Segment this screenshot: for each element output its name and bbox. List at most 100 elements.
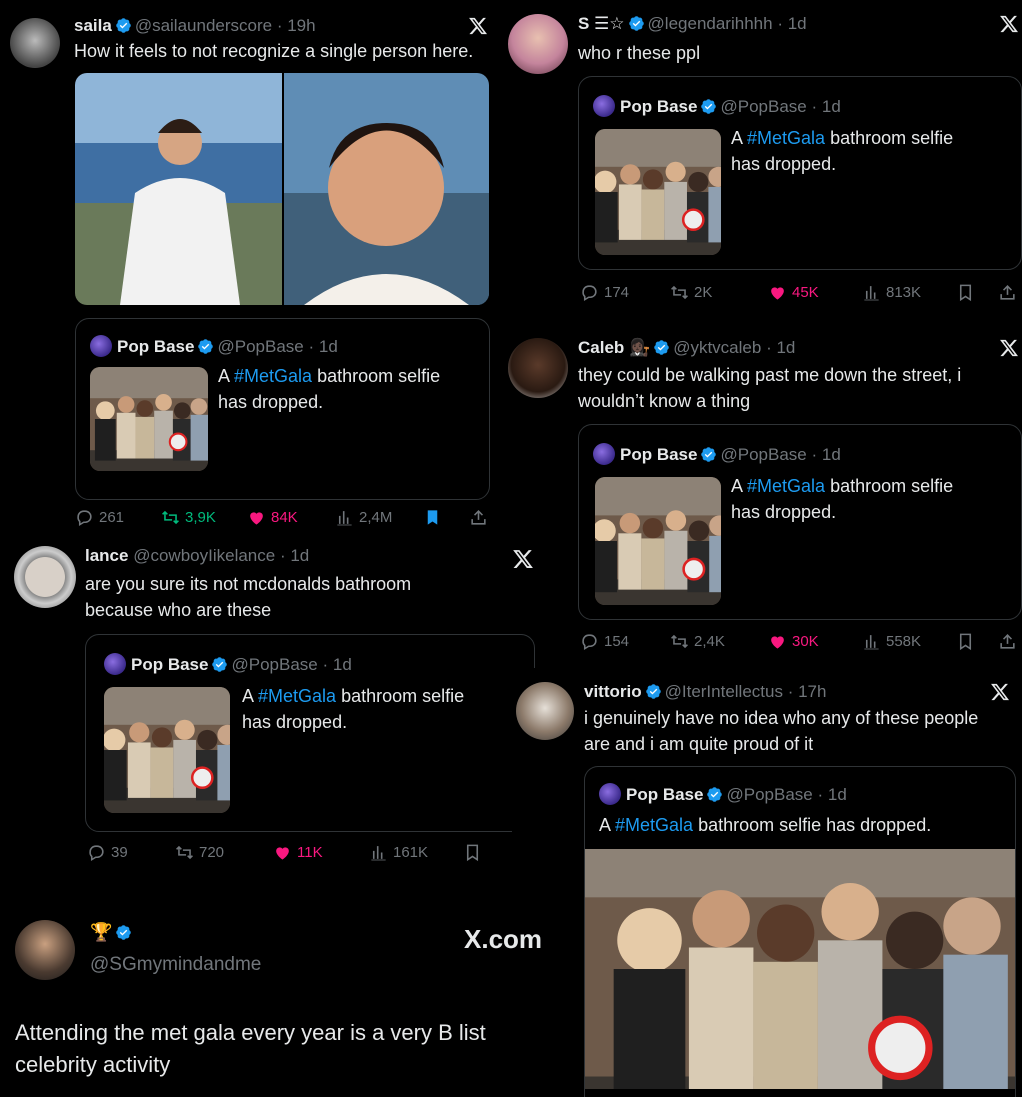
avatar[interactable] bbox=[508, 338, 568, 398]
quoted-author-handle[interactable]: @PopBase bbox=[217, 337, 303, 356]
author-name[interactable]: Caleb bbox=[578, 338, 624, 357]
timestamp[interactable]: · 19h bbox=[277, 16, 316, 35]
like-button[interactable]: 11K bbox=[273, 843, 323, 862]
reply-button[interactable]: 39 bbox=[87, 843, 128, 862]
tweet-vittorio[interactable]: vittorio @IterIntellectus · 17h i genuine… bbox=[512, 668, 1022, 1097]
quoted-photo[interactable] bbox=[595, 477, 721, 605]
avatar[interactable] bbox=[15, 920, 75, 980]
retweet-button[interactable]: 720 bbox=[175, 843, 224, 862]
views-button[interactable]: 161K bbox=[369, 843, 428, 862]
bookmark-button[interactable] bbox=[423, 508, 442, 527]
avatar[interactable] bbox=[14, 546, 76, 608]
quoted-photo[interactable] bbox=[585, 849, 1015, 1089]
view-count: 813K bbox=[886, 284, 922, 301]
quoted-author-name[interactable]: Pop Base bbox=[620, 97, 697, 116]
like-button[interactable]: 45K bbox=[768, 283, 819, 302]
verified-icon bbox=[700, 446, 717, 463]
quoted-tweet[interactable]: Pop Base @PopBase · 1d A #MetGala bathroo… bbox=[578, 76, 1022, 270]
tweet-photo-1[interactable] bbox=[75, 73, 282, 305]
verified-icon bbox=[706, 786, 723, 803]
retweet-icon bbox=[670, 632, 689, 651]
quoted-author-name[interactable]: Pop Base bbox=[626, 785, 703, 804]
view-count: 161K bbox=[393, 844, 429, 861]
like-count: 84K bbox=[271, 509, 298, 526]
quoted-timestamp[interactable]: · 1d bbox=[811, 445, 840, 464]
retweet-icon bbox=[670, 283, 689, 302]
quoted-avatar bbox=[599, 783, 621, 805]
quoted-timestamp[interactable]: · 1d bbox=[322, 655, 351, 674]
x-logo-icon bbox=[999, 338, 1019, 358]
quoted-tweet[interactable]: Pop Base @PopBase · 1d A #MetGala bathroo… bbox=[75, 318, 490, 500]
hashtag-link[interactable]: #MetGala bbox=[747, 476, 825, 496]
bookmark-button[interactable] bbox=[956, 632, 975, 651]
reply-button[interactable]: 261 bbox=[75, 508, 124, 527]
avatar[interactable] bbox=[508, 14, 568, 74]
author-handle[interactable]: @SGmymindandme bbox=[90, 954, 261, 975]
hashtag-link[interactable]: #MetGala bbox=[234, 366, 312, 386]
author-name[interactable]: lance bbox=[85, 546, 128, 565]
reply-button[interactable]: 174 bbox=[580, 283, 629, 302]
quoted-author-handle[interactable]: @PopBase bbox=[720, 97, 806, 116]
tweet-lance[interactable]: lance @cowboyIikelance · 1d are you sure… bbox=[0, 540, 545, 880]
timestamp[interactable]: · 1d bbox=[777, 14, 806, 33]
author-handle[interactable]: @IterIntellectus bbox=[665, 682, 783, 701]
reply-count: 154 bbox=[604, 633, 630, 650]
quoted-timestamp[interactable]: · 1d bbox=[811, 97, 840, 116]
reply-count: 39 bbox=[111, 844, 128, 861]
hashtag-link[interactable]: #MetGala bbox=[258, 686, 336, 706]
verified-icon bbox=[115, 17, 132, 34]
quoted-photo[interactable] bbox=[90, 367, 208, 471]
retweet-button[interactable]: 3,9K bbox=[161, 508, 216, 527]
avatar[interactable] bbox=[10, 18, 60, 68]
timestamp[interactable]: · 17h bbox=[788, 682, 827, 701]
share-button[interactable] bbox=[469, 508, 488, 527]
quoted-author-name[interactable]: Pop Base bbox=[131, 655, 208, 674]
views-button[interactable]: 558K bbox=[862, 632, 921, 651]
share-button[interactable] bbox=[998, 283, 1017, 302]
quoted-photo[interactable] bbox=[104, 687, 230, 813]
tweet-caleb[interactable]: Caleb 👩🏿‍⚖️ @yktvcaleb · 1d they could be… bbox=[505, 326, 1022, 666]
timestamp[interactable]: · 1d bbox=[766, 338, 795, 357]
quoted-author-name[interactable]: Pop Base bbox=[620, 445, 697, 464]
views-button[interactable]: 2,4M bbox=[335, 508, 392, 527]
retweet-button[interactable]: 2,4K bbox=[670, 632, 725, 651]
quoted-photo[interactable] bbox=[595, 129, 721, 255]
author-handle[interactable]: @sailaunderscore bbox=[135, 16, 272, 35]
quoted-author-handle[interactable]: @PopBase bbox=[720, 445, 806, 464]
verified-icon bbox=[628, 15, 645, 32]
author-handle[interactable]: @yktvcaleb bbox=[673, 338, 761, 357]
author-handle[interactable]: @cowboyIikelance bbox=[133, 546, 275, 565]
bookmark-button[interactable] bbox=[956, 283, 975, 302]
quoted-tweet[interactable]: Pop Base @PopBase · 1d A #MetGala bathroo… bbox=[578, 424, 1022, 620]
quoted-tweet[interactable]: Pop Base @PopBase · 1d A #MetGala bathroo… bbox=[85, 634, 535, 832]
tweet-photo-2[interactable] bbox=[284, 73, 489, 305]
quoted-text: A #MetGala bathroom selfie has dropped. bbox=[599, 815, 932, 835]
author-name[interactable]: vittorio bbox=[584, 682, 642, 701]
quoted-author-handle[interactable]: @PopBase bbox=[726, 785, 812, 804]
quoted-tweet[interactable]: Pop Base @PopBase · 1d A #MetGala bathroo… bbox=[584, 766, 1016, 1097]
verified-icon bbox=[645, 683, 662, 700]
quoted-author-name[interactable]: Pop Base bbox=[117, 337, 194, 356]
views-button[interactable]: 813K bbox=[862, 283, 921, 302]
timestamp[interactable]: · 1d bbox=[280, 546, 309, 565]
bookmark-button[interactable] bbox=[463, 843, 482, 862]
tweet-actions: 174 2K 45K 813K bbox=[580, 283, 1020, 307]
quoted-timestamp[interactable]: · 1d bbox=[308, 337, 337, 356]
tweet-legendarihhhh[interactable]: S ☰☆ @legendarihhhh · 1d who r these ppl … bbox=[505, 0, 1022, 318]
quoted-author-handle[interactable]: @PopBase bbox=[231, 655, 317, 674]
tweet-saila[interactable]: saila @sailaunderscore · 19h How it feels… bbox=[0, 0, 500, 540]
like-button[interactable]: 84K bbox=[247, 508, 298, 527]
hashtag-link[interactable]: #MetGala bbox=[747, 128, 825, 148]
author-name[interactable]: saila bbox=[74, 16, 112, 35]
tweet-sgmymindandme[interactable]: 🏆 @SGmymindandme X.com Attending the met… bbox=[0, 900, 560, 1085]
quoted-timestamp[interactable]: · 1d bbox=[817, 785, 846, 804]
reply-button[interactable]: 154 bbox=[580, 632, 629, 651]
retweet-count: 720 bbox=[199, 844, 225, 861]
share-button[interactable] bbox=[998, 632, 1017, 651]
author-name[interactable]: S ☰☆ bbox=[578, 14, 625, 33]
retweet-button[interactable]: 2K bbox=[670, 283, 712, 302]
hashtag-link[interactable]: #MetGala bbox=[615, 815, 693, 835]
avatar[interactable] bbox=[516, 682, 574, 740]
like-button[interactable]: 30K bbox=[768, 632, 819, 651]
author-handle[interactable]: @legendarihhhh bbox=[648, 14, 773, 33]
